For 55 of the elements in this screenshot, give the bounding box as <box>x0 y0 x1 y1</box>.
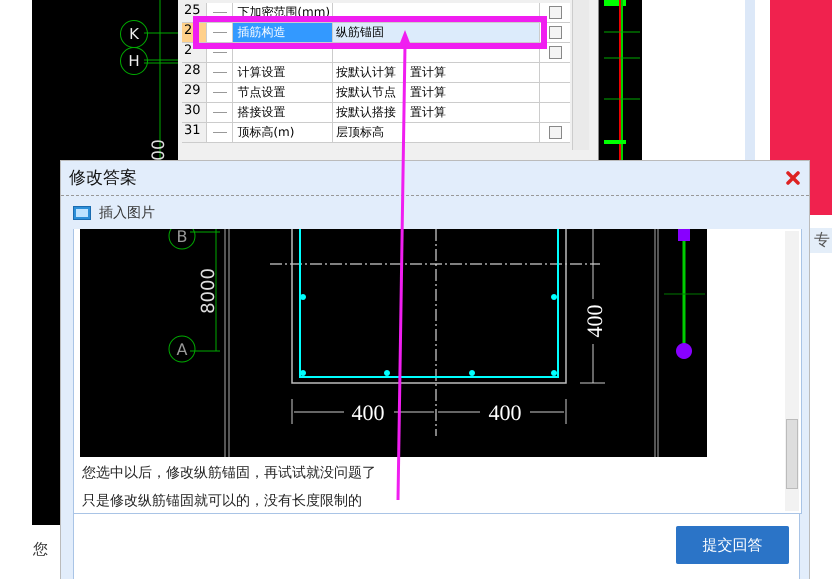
dimension-text: 8000 <box>198 268 219 314</box>
property-value[interactable]: 按默认节点 <box>336 83 396 102</box>
tree-connector <box>212 92 227 93</box>
checkbox[interactable] <box>548 6 562 19</box>
property-name[interactable]: 节点设置 <box>237 85 286 99</box>
table-row[interactable]: 29 节点设置 按默认节点 置计算 <box>182 83 570 103</box>
answer-text: 您选中以后，修改纵筋锚固，再试试就没问题了 <box>81 464 377 484</box>
property-value[interactable]: 置计算 <box>410 83 446 102</box>
dimension-text: 400 <box>582 304 607 338</box>
answer-text: 只是修改纵筋锚固就可以的，没有长度限制的 <box>81 492 363 512</box>
property-value[interactable]: 置计算 <box>410 63 446 82</box>
row-number: 29 <box>182 83 207 102</box>
row-number: 28 <box>182 63 207 82</box>
property-value[interactable]: 层顶标高 <box>336 123 384 142</box>
checkbox[interactable] <box>548 46 562 59</box>
tree-connector <box>212 32 227 33</box>
dimension-text: 400 <box>352 400 384 426</box>
axis-label: A <box>176 340 188 360</box>
table-row[interactable]: 30 搭接设置 按默认搭接 置计算 <box>182 103 570 123</box>
axis-label: K <box>120 20 148 48</box>
checkbox[interactable] <box>548 26 562 39</box>
tree-connector <box>212 52 227 53</box>
dimension-text: 00 <box>148 139 169 161</box>
tree-connector <box>212 132 227 133</box>
scrollbar[interactable] <box>785 231 799 512</box>
property-name[interactable]: 搭接设置 <box>237 105 286 119</box>
row-number: 30 <box>182 103 207 122</box>
insert-image-button[interactable]: 插入图片 <box>73 204 155 222</box>
axis-label: B <box>176 229 188 246</box>
table-row[interactable]: 28 计算设置 按默认计算 置计算 <box>182 63 570 83</box>
dialog-title: 修改答案 <box>69 167 137 190</box>
axis-label: H <box>120 47 148 75</box>
row-number: 31 <box>182 123 207 142</box>
table-row[interactable]: 2 插筋构造 纵筋锚固 <box>182 23 570 43</box>
property-name[interactable]: 计算设置 <box>237 65 286 79</box>
answer-editor[interactable]: B A 8000 400 400 400 您选中以后，修改纵筋锚固，再试试就没问题了 只是修改纵筋锚固就可以的，没有长度限制的 <box>73 229 802 514</box>
property-value[interactable]: 按默认计算 <box>336 63 396 82</box>
node-marker <box>676 343 692 360</box>
dimension-text: 400 <box>488 400 522 426</box>
column-marker <box>678 229 690 242</box>
property-value[interactable]: 按默认搭接 <box>336 103 396 122</box>
scrollbar[interactable] <box>572 0 589 150</box>
checkbox[interactable] <box>548 126 562 139</box>
property-value[interactable]: 置计算 <box>410 103 446 122</box>
side-tab[interactable]: 专 <box>810 228 832 253</box>
property-name[interactable]: 顶标高(m) <box>237 125 294 139</box>
tree-connector <box>212 72 227 73</box>
tree-connector <box>212 112 227 113</box>
table-row[interactable]: 31 顶标高(m) 层顶标高 <box>182 123 570 143</box>
tree-connector <box>212 12 227 13</box>
close-icon[interactable] <box>785 170 801 186</box>
page-text: 您 <box>33 540 48 559</box>
submit-button[interactable]: 提交回答 <box>676 526 789 564</box>
image-icon <box>73 206 91 220</box>
property-value[interactable]: 纵筋锚固 <box>336 23 384 42</box>
